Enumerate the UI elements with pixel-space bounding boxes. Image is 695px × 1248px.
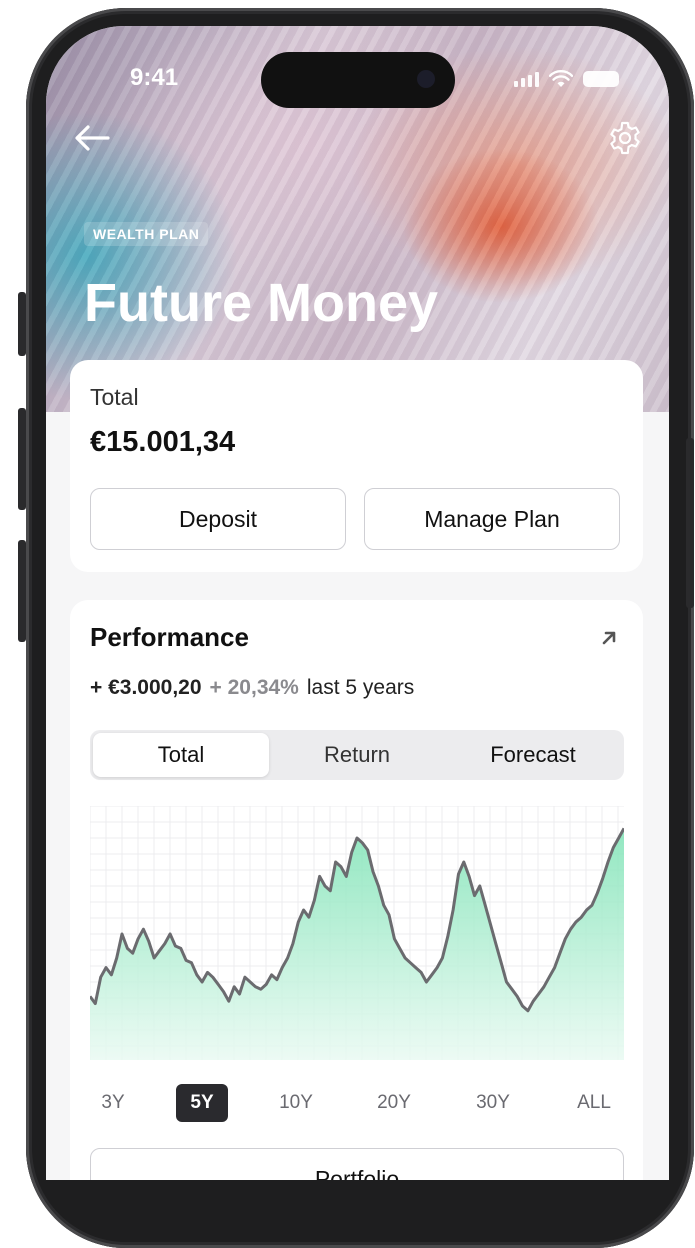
page-title: Future Money [84, 273, 439, 333]
signal-icon [514, 71, 539, 87]
volume-down-button [18, 540, 26, 642]
deposit-button[interactable]: Deposit [90, 488, 346, 550]
app-screen: 9:41 WEALTH PLAN Future Money Total €15.… [46, 26, 669, 1180]
range-5y[interactable]: 5Y [176, 1084, 228, 1122]
performance-summary: + €3.000,20 + 20,34% last 5 years [90, 676, 414, 700]
gain-amount: + €3.000,20 [90, 676, 202, 699]
expand-arrow-icon[interactable] [599, 628, 619, 648]
status-time: 9:41 [130, 64, 179, 91]
tab-forecast[interactable]: Forecast [445, 733, 621, 777]
mute-switch [18, 292, 26, 356]
power-button [686, 438, 694, 608]
tab-total[interactable]: Total [93, 733, 269, 777]
total-label: Total [90, 384, 139, 410]
dynamic-island [261, 52, 455, 108]
range-10y[interactable]: 10Y [270, 1084, 322, 1122]
wifi-icon [549, 70, 573, 87]
status-icons [514, 70, 619, 88]
performance-chart [90, 806, 624, 1060]
tab-return[interactable]: Return [269, 733, 445, 777]
performance-card: Performance + €3.000,20 + 20,34% last 5 … [70, 600, 643, 1180]
battery-icon [583, 71, 619, 87]
portfolio-button[interactable]: Portfolio [90, 1148, 624, 1180]
volume-up-button [18, 408, 26, 510]
wealth-plan-badge: WEALTH PLAN [84, 222, 209, 246]
range-3y[interactable]: 3Y [90, 1084, 136, 1122]
arrow-left-icon[interactable] [72, 122, 112, 154]
time-range-selector: 3Y 5Y 10Y 20Y 30Y ALL [90, 1084, 624, 1122]
manage-plan-button[interactable]: Manage Plan [364, 488, 620, 550]
total-card: Total €15.001,34 Deposit Manage Plan [70, 360, 643, 572]
range-20y[interactable]: 20Y [368, 1084, 420, 1122]
gear-icon[interactable] [607, 120, 643, 156]
range-all[interactable]: ALL [568, 1084, 620, 1122]
camera-icon [417, 70, 435, 88]
chart-mode-tabs: Total Return Forecast [90, 730, 624, 780]
gain-period: last 5 years [306, 676, 415, 699]
gain-percent: + 20,34% [209, 676, 299, 699]
performance-title: Performance [90, 622, 249, 652]
range-30y[interactable]: 30Y [467, 1084, 519, 1122]
total-value: €15.001,34 [90, 426, 236, 458]
